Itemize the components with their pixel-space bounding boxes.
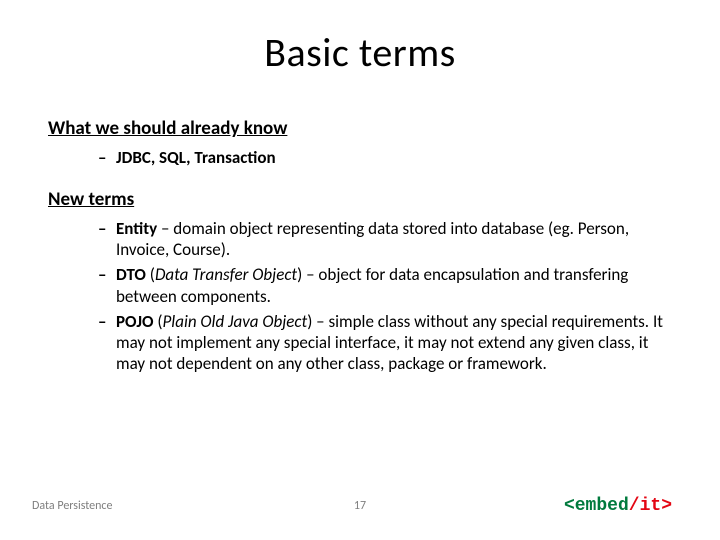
slide: Basic terms What we should already know …	[0, 0, 720, 540]
paren-open-pojo: (	[154, 311, 163, 332]
term-dto: DTO	[116, 264, 146, 285]
bullet-dto: DTO (Data Transfer Object) – object for …	[98, 264, 672, 307]
footer-topic: Data Persistence	[32, 499, 112, 513]
bullet-block-new: Entity – domain object representing data…	[48, 218, 672, 375]
section-heading-new: New terms	[48, 188, 672, 212]
logo-embed: embed	[575, 496, 629, 516]
footer-logo: <embed/it>	[564, 496, 672, 516]
bullet-block-known: JDBC, SQL, Transaction	[48, 147, 672, 168]
bullet-jdbc-sql-transaction: JDBC, SQL, Transaction	[98, 147, 672, 168]
italic-pojo: Plain Old Java Object	[163, 311, 308, 332]
paren-open-dto: (	[146, 264, 155, 285]
term-pojo: POJO	[116, 311, 154, 332]
bullet-entity: Entity – domain object representing data…	[98, 218, 672, 261]
slide-content: What we should already know JDBC, SQL, T…	[0, 95, 720, 375]
logo-gt: >	[661, 496, 672, 516]
italic-dto: Data Transfer Object	[155, 264, 297, 285]
slide-footer: Data Persistence 17 <embed/it>	[0, 496, 720, 516]
logo-lt: <	[564, 496, 575, 516]
section-heading-known: What we should already know	[48, 117, 672, 141]
term-entity: Entity	[116, 218, 157, 239]
embedit-logo: <embed/it>	[564, 496, 672, 516]
desc-entity: – domain object representing data stored…	[116, 218, 629, 260]
logo-it: it	[640, 496, 662, 516]
bullet-pojo: POJO (Plain Old Java Object) – simple cl…	[98, 311, 672, 375]
footer-page-number: 17	[354, 499, 366, 513]
slide-title: Basic terms	[0, 0, 720, 95]
logo-slash: /	[629, 496, 640, 516]
